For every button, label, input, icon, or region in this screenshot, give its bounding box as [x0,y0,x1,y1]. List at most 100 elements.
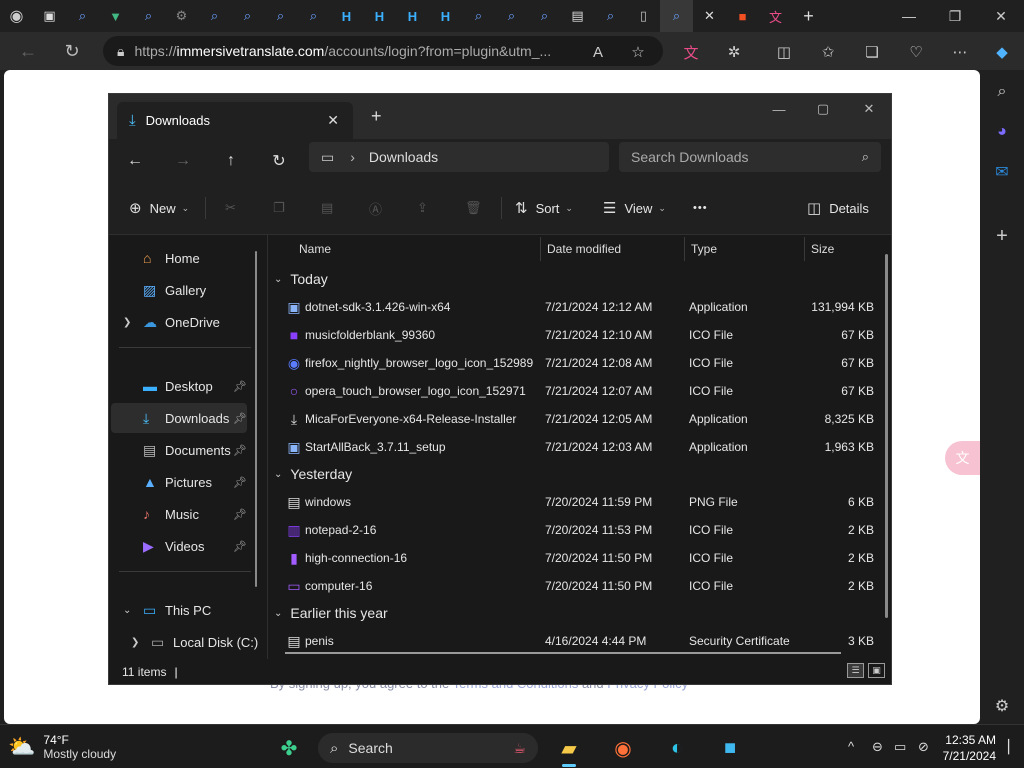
translate-extension-icon[interactable]: 文 [679,40,703,64]
tab-search-7[interactable]: ⌕ [462,0,495,32]
nav-item-videos[interactable]: ▶ Videos 📌︎ [111,531,247,561]
tray-network-off-icon[interactable]: ⊘ [918,739,929,755]
view-button[interactable]: ☰ View ⌄ [603,195,666,221]
pin-icon[interactable]: 📌︎ [233,380,247,393]
show-desktop-icon[interactable]: ▏ [1008,739,1018,755]
sidebar-search-icon[interactable]: ⌕ [990,80,1014,104]
pin-icon[interactable]: 📌︎ [233,540,247,553]
taskbar-search[interactable]: ⌕ Search ☕ [318,733,538,763]
breadcrumb[interactable]: ▭ › Downloads [309,142,609,172]
group-header-earlier[interactable]: ⌄ Earlier this year [274,600,388,626]
column-header-size[interactable]: Size [811,235,834,263]
file-list-hscrollbar[interactable] [285,652,841,654]
nav-item-documents[interactable]: ▤ Documents 📌︎ [111,435,247,465]
tab-search-8[interactable]: ⌕ [495,0,528,32]
browser-restore-icon[interactable]: ❐ [932,0,978,32]
address-bar[interactable]: 🔒︎ https://immersivetranslate.com/accoun… [103,36,663,66]
sidebar-outlook-icon[interactable]: ✉ [990,160,1014,184]
copilot-icon[interactable]: ◆ [990,40,1014,64]
explorer-tab-downloads[interactable]: ⤓ Downloads ✕ [117,102,353,139]
tab-doc-icon[interactable]: ▯ [627,0,660,32]
nav-scrollbar[interactable] [255,251,257,587]
share-icon[interactable]: ⇪ [417,195,428,221]
tab-active-search[interactable]: ⌕ [660,0,693,32]
details-button[interactable]: ◫ Details [807,195,869,221]
table-row[interactable]: ▤ penis 4/16/2024 4:44 PM Security Certi… [278,627,878,655]
back-icon[interactable]: ← [8,32,48,70]
translate-float-icon[interactable]: 文 [945,441,980,475]
table-row[interactable]: ■ musicfolderblank_99360 7/21/2024 12:10… [278,321,878,349]
pin-icon[interactable]: 📌︎ [233,444,247,457]
chevron-right-icon[interactable]: ❯ [123,317,131,328]
app-taskbar-icon[interactable]: ■ [713,731,747,765]
nav-item-onedrive[interactable]: ❯ ☁ OneDrive [111,307,247,337]
delete-icon[interactable]: 🗑︎ [465,195,482,221]
tab-search-9[interactable]: ⌕ [528,0,561,32]
split-screen-icon[interactable]: ◫ [772,40,796,64]
cut-icon[interactable]: ✂ [225,195,236,221]
details-view-icon[interactable]: ☰ [847,663,864,678]
explorer-back-icon[interactable]: ← [121,147,149,175]
table-row[interactable]: ▤ windows 7/20/2024 11:59 PM PNG File 6 … [278,488,878,516]
browser-minimize-icon[interactable]: — [886,0,932,32]
performance-icon[interactable]: ♡ [904,40,928,64]
explorer-up-icon[interactable]: ↑ [217,147,245,175]
tab-search-6[interactable]: ⌕ [297,0,330,32]
table-row[interactable]: ▭ computer-16 7/20/2024 11:50 PM ICO Fil… [278,572,878,600]
edge-taskbar-icon[interactable]: ◐ [660,731,694,765]
sort-button[interactable]: ⇅ Sort ⌄ [515,195,573,221]
table-row[interactable]: ◉ firefox_nightly_browser_logo_icon_1529… [278,349,878,377]
start-button-icon[interactable]: ✤ [272,731,306,765]
nav-item-localdisk[interactable]: ❯ ▭ Local Disk (C:) [111,627,258,657]
tab-h-icon-3[interactable]: H [396,0,429,32]
pin-icon[interactable]: 📌︎ [233,476,247,489]
tab-actions-icon[interactable]: ▣ [33,0,66,32]
tab-search-2[interactable]: ⌕ [132,0,165,32]
file-explorer-taskbar-icon[interactable]: ▰ [552,731,586,767]
tray-display-icon[interactable]: ▭ [894,739,906,755]
tray-app-icon[interactable]: ⊖ [872,739,883,755]
weather-widget[interactable]: ⛅ 74°F Mostly cloudy [8,733,116,761]
column-header-type[interactable]: Type [691,235,717,263]
explorer-minimize-icon[interactable]: — [757,98,801,120]
tab-microsoft-icon[interactable]: ■ [726,0,759,32]
table-row[interactable]: ▮ high-connection-16 7/20/2024 11:50 PM … [278,544,878,572]
extensions-icon[interactable]: ✲ [722,40,746,64]
new-button[interactable]: ⊕ New ⌄ [129,195,189,221]
copy-icon[interactable]: ❐ [273,195,285,221]
file-list-vscrollbar[interactable] [885,254,888,618]
profile-avatar-icon[interactable]: ◉ [0,0,33,32]
firefox-taskbar-icon[interactable]: ◉ [606,731,640,765]
table-row[interactable]: ⤓ MicaForEveryone-x64-Release-Installer … [278,405,878,433]
chevron-right-icon[interactable]: ❯ [131,637,139,648]
explorer-close-icon[interactable]: ✕ [847,98,891,120]
favorite-star-icon[interactable]: ☆ [626,40,650,64]
pin-icon[interactable]: 📌︎ [233,508,247,521]
tab-search-1[interactable]: ⌕ [66,0,99,32]
explorer-forward-icon[interactable]: → [169,147,197,175]
favorites-icon[interactable]: ✩ [816,40,840,64]
column-separator[interactable] [804,237,805,261]
tab-search-4[interactable]: ⌕ [231,0,264,32]
pin-icon[interactable]: 📌︎ [233,412,247,425]
tab-search-3[interactable]: ⌕ [198,0,231,32]
clock[interactable]: 12:35 AM 7/21/2024 [940,732,996,764]
explorer-search-input[interactable]: Search Downloads ⌕ [619,142,881,172]
explorer-maximize-icon[interactable]: ▢ [801,98,845,120]
column-separator[interactable] [540,237,541,261]
tab-h-icon-1[interactable]: H [330,0,363,32]
tiles-view-icon[interactable]: ▣ [868,663,885,678]
tab-vue-icon[interactable]: ▼ [99,0,132,32]
settings-more-icon[interactable]: ⋯ [948,40,972,64]
explorer-tab-close-icon[interactable]: ✕ [327,112,339,129]
sidebar-settings-icon[interactable]: ⚙ [990,694,1014,718]
nav-item-desktop[interactable]: ▬ Desktop 📌︎ [111,371,247,401]
column-header-name[interactable]: Name [299,235,331,263]
tab-search-10[interactable]: ⌕ [594,0,627,32]
column-header-date[interactable]: Date modified [547,235,621,263]
table-row[interactable]: ○ opera_touch_browser_logo_icon_152971 7… [278,377,878,405]
tab-h-icon-4[interactable]: H [429,0,462,32]
table-row[interactable]: ▣ StartAllBack_3.7.11_setup 7/21/2024 12… [278,433,878,461]
chevron-down-icon[interactable]: ⌄ [123,605,131,616]
tab-close-icon[interactable]: ✕ [693,0,726,32]
